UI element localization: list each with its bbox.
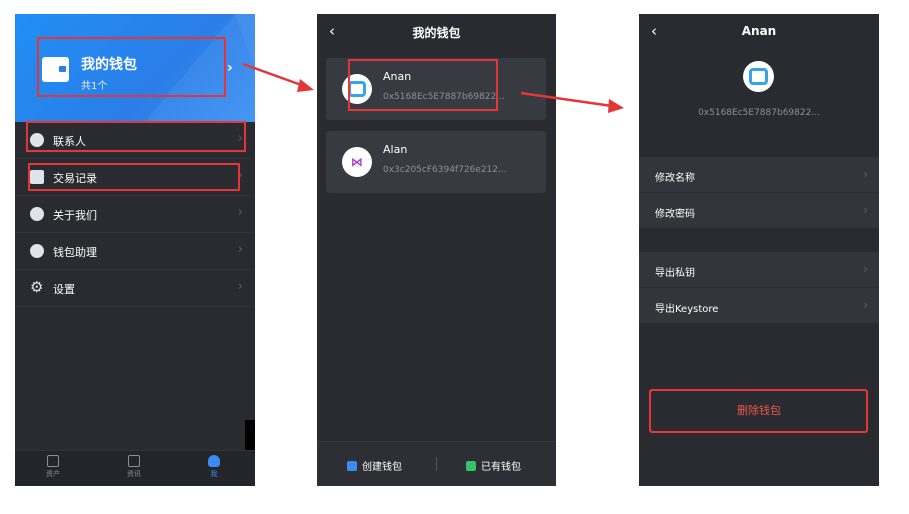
arrowhead (608, 99, 624, 113)
arrow-line (242, 62, 305, 88)
arrow-line (520, 91, 613, 108)
arrowhead (297, 79, 314, 92)
tutorial-canvas: 我的钱包 共1个 › 联系人 › 交易记录 › 关于我们 › 钱包助理 › ⚙ … (0, 0, 909, 514)
arrows-overlay (242, 62, 624, 113)
